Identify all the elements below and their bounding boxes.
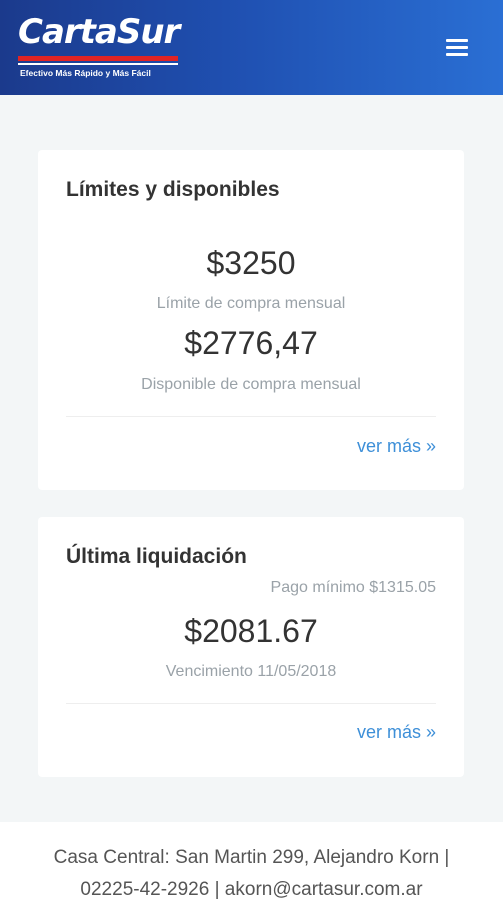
settlement-amount: $2081.67	[184, 613, 318, 649]
limits-see-more-link[interactable]: ver más »	[357, 436, 436, 457]
limits-card: Límites y disponibles $3250 Límite de co…	[38, 150, 464, 490]
due-date: Vencimiento 11/05/2018	[165, 663, 337, 680]
monthly-limit-label: Límite de compra mensual	[156, 295, 346, 312]
footer-phone-email[interactable]: 02225-42-2926 | akorn@cartasur.com.ar	[20, 874, 483, 900]
menu-bar	[446, 46, 468, 49]
logo-stripe-red	[18, 56, 178, 61]
logo-text: CartaSur	[18, 12, 180, 52]
menu-bar	[446, 53, 468, 56]
minimum-payment: Pago mínimo $1315.05	[270, 579, 436, 596]
footer-address: Casa Central: San Martin 299, Alejandro …	[53, 847, 450, 868]
app-header: CartaSur Efectivo Más Rápido y Más Fácil	[0, 0, 503, 95]
menu-bar	[446, 39, 468, 42]
logo-stripe-white	[18, 63, 178, 65]
settlement-card-title: Última liquidación	[66, 545, 247, 568]
monthly-available-amount: $2776,47	[184, 325, 318, 361]
monthly-limit-amount: $3250	[206, 245, 296, 281]
monthly-available-label: Disponible de compra mensual	[141, 376, 361, 393]
card-divider	[66, 703, 436, 704]
footer-contact: Casa Central: San Martin 299, Alejandro …	[20, 842, 483, 900]
page-footer: Casa Central: San Martin 299, Alejandro …	[0, 822, 503, 900]
hamburger-menu-icon[interactable]	[440, 34, 474, 62]
limits-card-title: Límites y disponibles	[66, 178, 280, 201]
settlement-card: Última liquidación Pago mínimo $1315.05 …	[38, 517, 464, 777]
cartasur-logo[interactable]: CartaSur Efectivo Más Rápido y Más Fácil	[8, 6, 188, 86]
settlement-see-more-link[interactable]: ver más »	[357, 722, 436, 743]
logo-tagline: Efectivo Más Rápido y Más Fácil	[20, 68, 151, 78]
card-divider	[66, 416, 436, 417]
